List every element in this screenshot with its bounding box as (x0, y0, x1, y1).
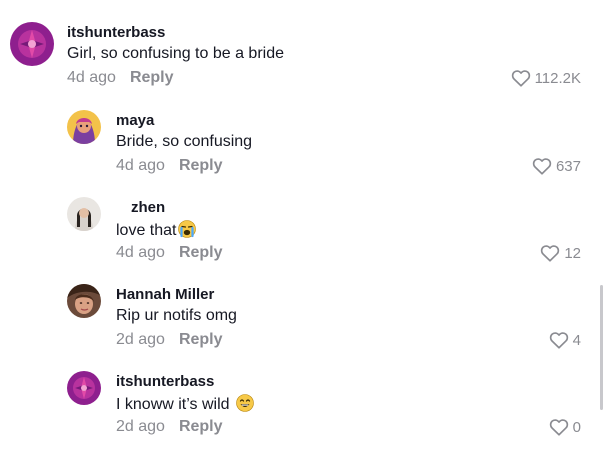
comment-item: itshunterbass I knoww it’s wild 2d ago Re… (0, 356, 603, 456)
username[interactable]: Hannah Miller (116, 286, 214, 303)
avatar[interactable] (67, 371, 101, 405)
username[interactable]: maya (116, 112, 154, 129)
reply-button[interactable]: Reply (130, 69, 174, 86)
heart-icon (541, 245, 560, 262)
comment-text: Rip ur notifs omg (116, 307, 237, 324)
reply-button[interactable]: Reply (179, 157, 223, 174)
comment-meta: 4d ago Reply (116, 244, 223, 262)
comment-text-content: I knoww it’s wild (116, 396, 230, 413)
like-count: 637 (555, 157, 581, 175)
comment-meta: 4d ago Reply (116, 157, 223, 175)
laughing-emoji (235, 394, 254, 417)
comment-meta: 2d ago Reply (116, 418, 223, 436)
like-count: 12 (564, 244, 581, 262)
heart-icon (511, 70, 530, 87)
crying-face-emoji (178, 220, 197, 243)
like-button[interactable]: 0 (549, 418, 581, 436)
avatar[interactable] (10, 22, 54, 66)
avatar[interactable] (67, 197, 101, 231)
reply-button[interactable]: Reply (179, 418, 223, 435)
username[interactable]: itshunterbass (116, 373, 214, 390)
comment-meta: 2d ago Reply (116, 331, 223, 349)
like-button[interactable]: 12 (540, 244, 581, 262)
username[interactable]: itshunterbass (67, 24, 165, 41)
comment-text: love that (116, 220, 197, 243)
comment-item: zhen love that 4d ago Reply 12 (0, 182, 603, 269)
like-button[interactable]: 637 (532, 157, 581, 175)
like-button[interactable]: 4 (549, 331, 581, 349)
comment-text: I knoww it’s wild (116, 394, 254, 417)
comment-text: Girl, so confusing to be a bride (67, 45, 285, 62)
comment-item: Hannah Miller Rip ur notifs omg 2d ago Re… (0, 269, 603, 356)
avatar[interactable] (67, 110, 101, 144)
timestamp: 4d ago (116, 244, 165, 261)
heart-icon (549, 419, 568, 436)
reply-button[interactable]: Reply (179, 244, 223, 261)
avatar[interactable] (67, 284, 101, 318)
like-button[interactable]: 112.2K (511, 69, 581, 87)
like-count: 112.2K (534, 69, 581, 87)
heart-icon (532, 158, 552, 175)
comment-text: Bride, so confusing (116, 133, 253, 150)
username[interactable]: zhen (116, 199, 165, 216)
timestamp: 2d ago (116, 418, 165, 435)
comment-item: itshunterbass Girl, so confusing to be a… (0, 0, 603, 95)
comment-text-content: love that (116, 222, 177, 239)
like-count: 0 (572, 418, 581, 436)
timestamp: 4d ago (67, 69, 116, 86)
comment-item: maya Bride, so confusing 4d ago Reply 637 (0, 95, 603, 182)
reply-button[interactable]: Reply (179, 331, 223, 348)
comment-meta: 4d ago Reply (67, 69, 174, 87)
like-count: 4 (572, 331, 581, 349)
heart-icon (549, 332, 568, 349)
timestamp: 4d ago (116, 157, 165, 174)
timestamp: 2d ago (116, 331, 165, 348)
